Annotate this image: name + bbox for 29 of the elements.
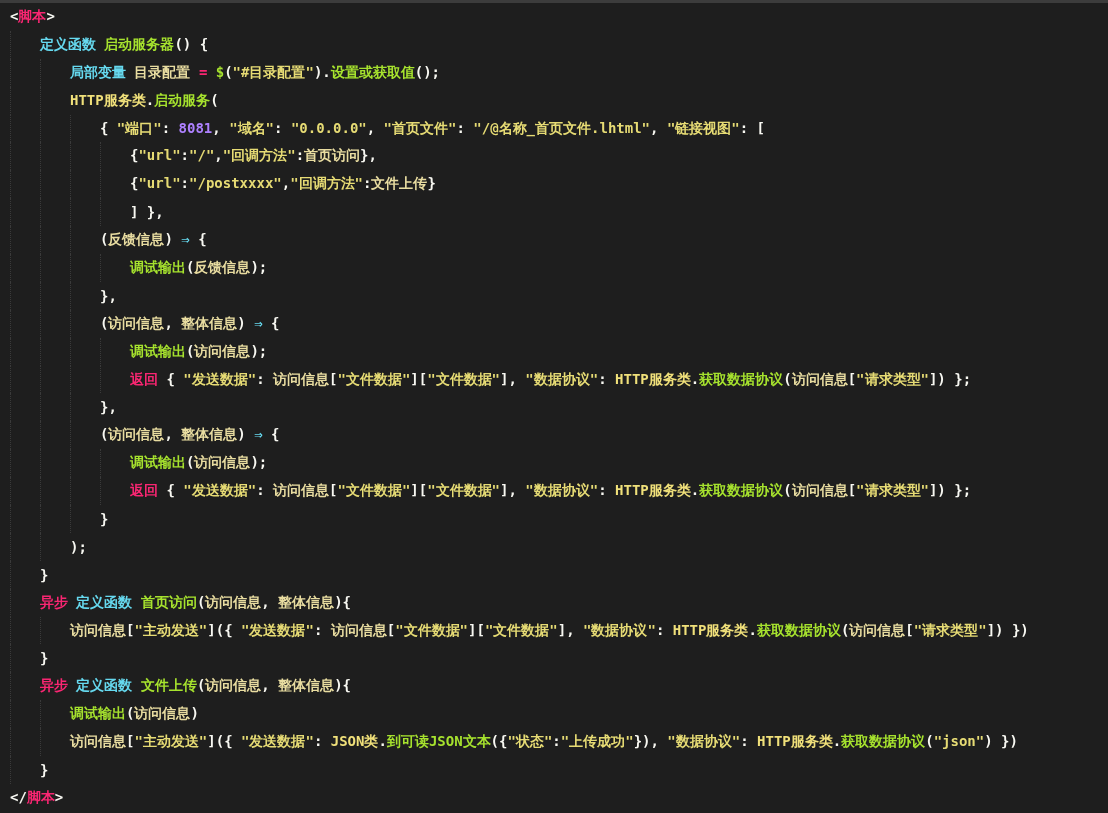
code-line: <脚本> — [10, 7, 55, 26]
code-line: } — [40, 762, 49, 778]
code-line: ] }, — [130, 204, 164, 221]
code-line: 访问信息["主动发送"]({ "发送数据": 访问信息["文件数据"]["文件数据"], "数据协议": HTTP服务类.获取数据协议(访问信息["请求类型"]) }) — [70, 621, 1029, 640]
code-line: (访问信息, 整体信息) ⇒ { — [100, 314, 280, 333]
code-line: 定义函数 启动服务器() { — [40, 35, 209, 54]
code-line: }, — [100, 399, 117, 416]
code-line: </脚本> — [10, 788, 64, 807]
code-line: 局部变量 目录配置 = $("#目录配置").设置或获取值(); — [70, 63, 441, 82]
code-line: HTTP服务类.启动服务( — [70, 91, 219, 110]
code-line: { "端口": 8081, "域名": "0.0.0.0", "首页文件": "/@名称_首页文件.lhtml", "链接视图": [ — [100, 119, 766, 138]
code-line: {"url":"/postxxxx","回调方法":文件上传} — [130, 175, 436, 194]
code-line: 调试输出(访问信息); — [130, 454, 268, 473]
code-line: }, — [100, 287, 117, 304]
code-line: 返回 { "发送数据": 访问信息["文件数据"]["文件数据"], "数据协议": HTTP服务类.获取数据协议(访问信息["请求类型"]) }; — [130, 370, 972, 389]
code-line: 异步 定义函数 首页访问(访问信息, 整体信息){ — [40, 593, 352, 612]
code-line: 调试输出(访问信息) — [70, 705, 199, 724]
code-line: } — [40, 566, 49, 583]
code-line: (反馈信息) ⇒ { — [100, 231, 207, 250]
code-line: ); — [70, 538, 87, 555]
code-line: {"url":"/","回调方法":首页访问}, — [130, 147, 377, 166]
code-line: 调试输出(反馈信息); — [130, 258, 268, 277]
code-line: (访问信息, 整体信息) ⇒ { — [100, 426, 280, 445]
code-line: 调试输出(访问信息); — [130, 342, 268, 361]
code-line: } — [40, 650, 49, 667]
code-line: 访问信息["主动发送"]({ "发送数据": JSON类.到可读JSON文本({"状态":"上传成功"}), "数据协议": HTTP服务类.获取数据协议("json") }) — [70, 733, 1018, 752]
code-line: } — [100, 510, 109, 527]
code-line: 返回 { "发送数据": 访问信息["文件数据"]["文件数据"], "数据协议": HTTP服务类.获取数据协议(访问信息["请求类型"]) }; — [130, 482, 972, 501]
code-line: 异步 定义函数 文件上传(访问信息, 整体信息){ — [40, 677, 352, 696]
